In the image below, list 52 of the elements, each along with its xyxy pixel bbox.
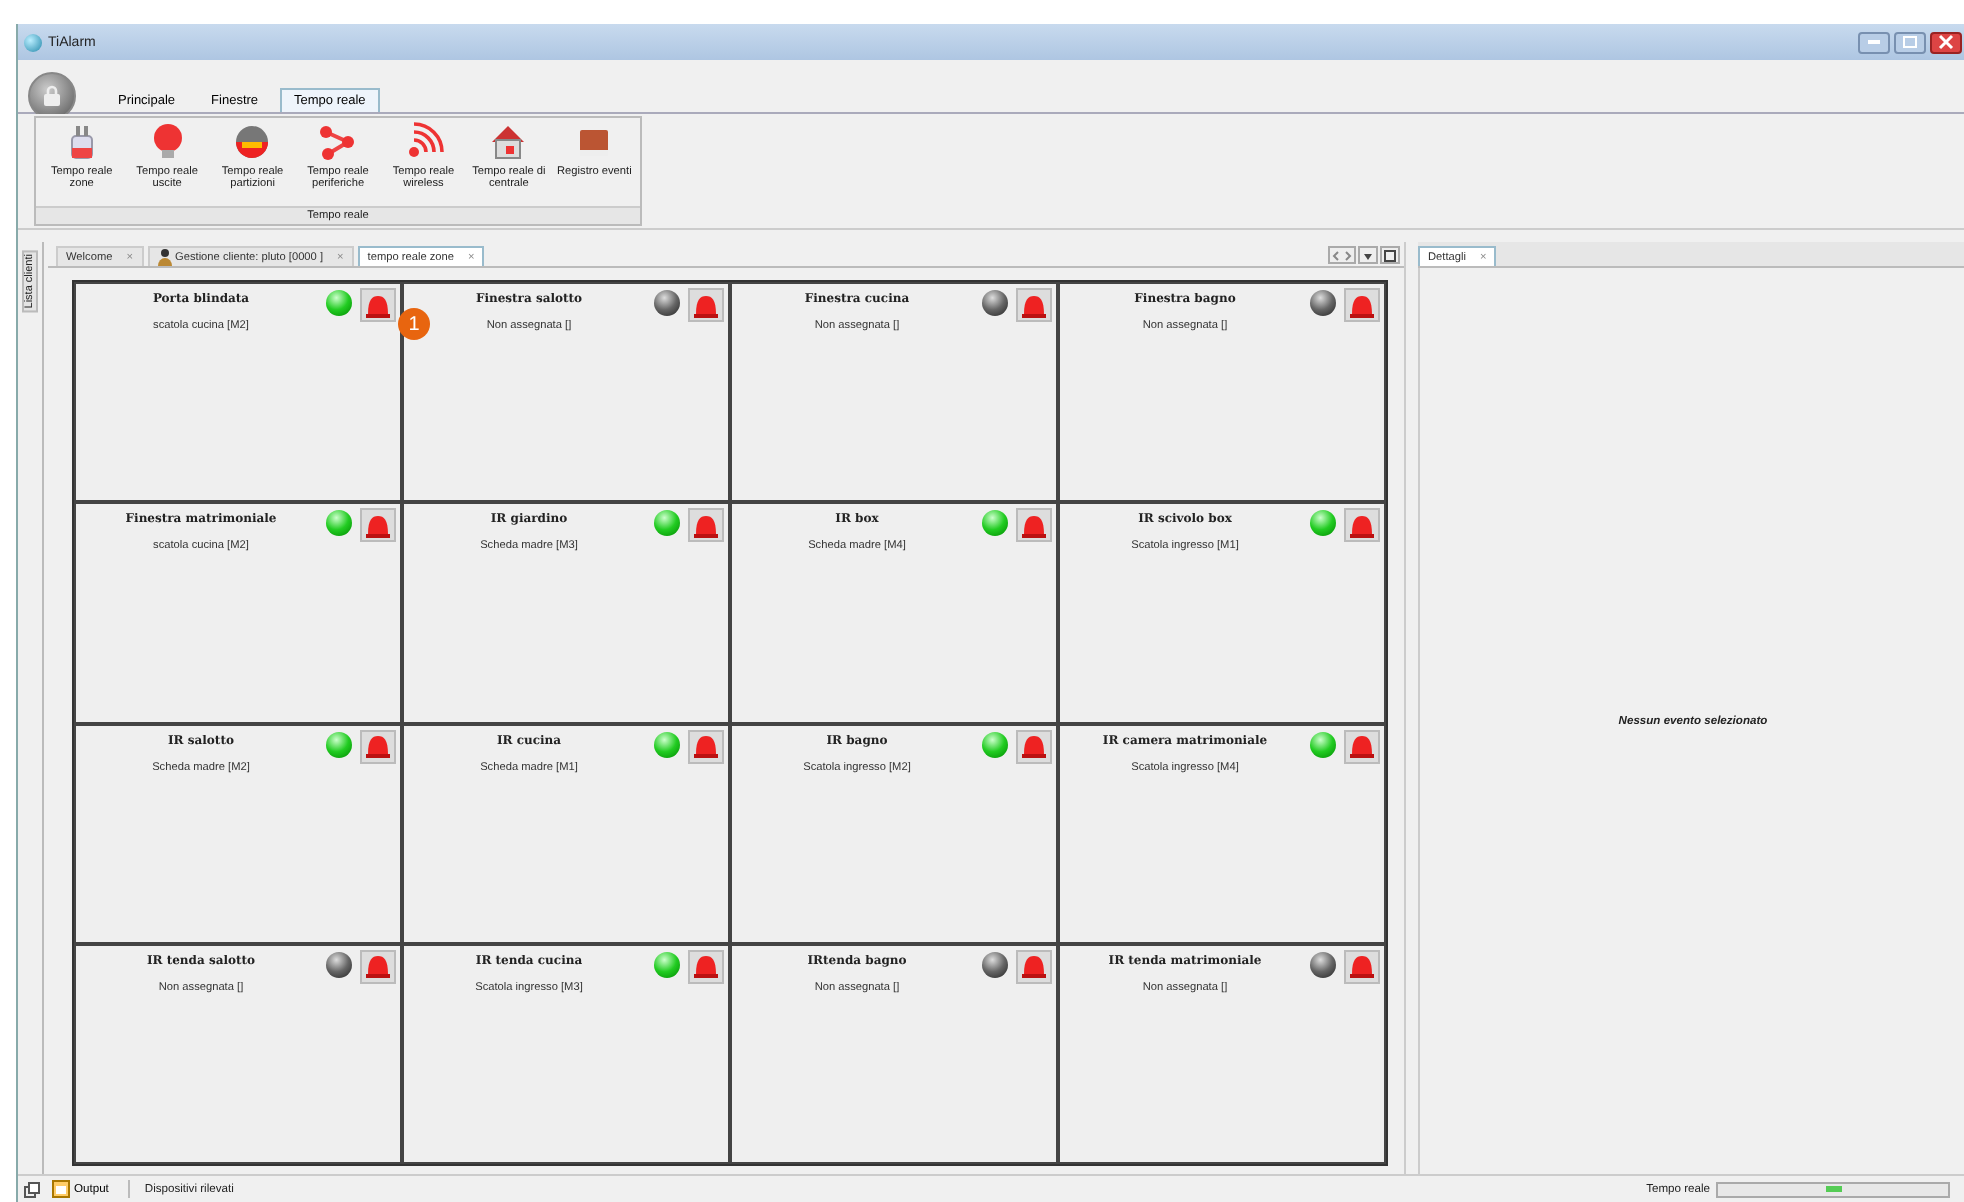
bell-icon	[1020, 291, 1048, 319]
maximize-pane-button[interactable]	[1380, 246, 1400, 264]
console-icon	[52, 1180, 70, 1198]
bell-icon	[1348, 952, 1376, 981]
bell-icon	[364, 732, 392, 760]
bell-icon	[1020, 511, 1048, 540]
square-icon	[1384, 249, 1396, 261]
network-icon	[318, 122, 359, 162]
alarm-button[interactable]	[1344, 949, 1380, 984]
caret-icon	[1362, 249, 1374, 261]
alarm-button[interactable]	[360, 508, 396, 543]
bell-icon	[692, 732, 720, 760]
bell-icon	[1020, 952, 1048, 981]
wifi-icon	[403, 122, 444, 162]
callout-badge: 1	[398, 308, 430, 340]
bell-icon	[692, 291, 720, 319]
alarm-button[interactable]	[1344, 508, 1380, 543]
person-icon	[157, 248, 171, 266]
bell-icon	[692, 511, 720, 540]
bell-icon	[692, 952, 720, 981]
dropdown-button[interactable]	[1358, 246, 1378, 264]
globe-icon	[232, 122, 273, 162]
bell-icon	[1348, 732, 1376, 760]
arrows-icon	[1332, 249, 1352, 261]
bell-icon	[1020, 732, 1048, 760]
maximize-icon	[1902, 36, 1918, 48]
alarm-button[interactable]	[360, 288, 396, 322]
alarm-button[interactable]	[360, 949, 396, 984]
alarm-button[interactable]	[1344, 288, 1380, 322]
alarm-button[interactable]	[1344, 729, 1380, 763]
alarm-button[interactable]	[688, 729, 724, 763]
alarm-button[interactable]	[688, 288, 724, 322]
app-icon	[24, 33, 42, 51]
house-icon	[488, 122, 529, 162]
alarm-button[interactable]	[688, 508, 724, 543]
bell-icon	[364, 511, 392, 540]
alarm-button[interactable]	[1016, 949, 1052, 984]
padlock-icon	[40, 84, 64, 108]
close-button[interactable]	[1930, 31, 1962, 53]
minimize-button[interactable]	[1858, 31, 1890, 53]
alarm-button[interactable]	[688, 949, 724, 984]
bell-icon	[364, 952, 392, 981]
bell-icon	[1348, 291, 1376, 319]
bell-icon	[1348, 511, 1376, 540]
bell-icon	[364, 291, 392, 319]
alarm-button[interactable]	[1016, 729, 1052, 763]
close-icon	[1938, 34, 1954, 50]
window-icon	[24, 1181, 40, 1197]
alarm-button[interactable]	[360, 729, 396, 763]
alarm-button[interactable]	[1016, 288, 1052, 322]
minimize-icon	[1866, 38, 1882, 46]
alarm-button[interactable]	[1016, 508, 1052, 543]
